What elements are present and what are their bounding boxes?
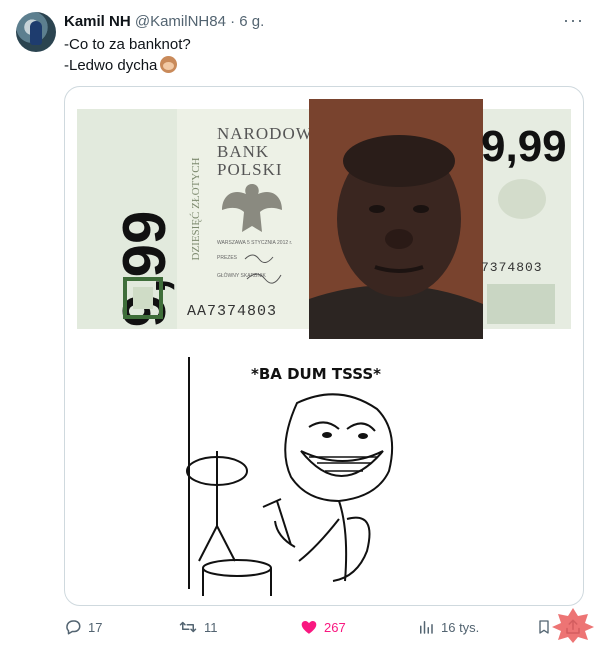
like-count: 267 bbox=[324, 619, 346, 635]
tweet-header: Kamil NH @KamilNH84 · 6 g. bbox=[64, 12, 264, 32]
banknote-amount-left: 9,99 bbox=[111, 211, 178, 328]
tweet: Kamil NH @KamilNH84 · 6 g. ··· -Co to za… bbox=[0, 0, 600, 647]
bank-name-line3: POLSKI bbox=[217, 160, 283, 179]
tweet-text-line2-text: -Ledwo dycha bbox=[64, 57, 158, 74]
banknote-image[interactable]: 9,99 DZIESIĘĆ ZŁOTYCH NARODOW BANK POLSK… bbox=[77, 99, 571, 339]
site-watermark-icon bbox=[552, 608, 594, 643]
serial-number-left: AA7374803 bbox=[187, 303, 277, 320]
tweet-text-line1: -Co to za banknot? bbox=[64, 36, 191, 53]
banknote-vertical-text: DZIESIĘĆ ZŁOTYCH bbox=[190, 157, 202, 260]
banknote-amount-right: 9,99 bbox=[481, 122, 567, 171]
separator-dot: · bbox=[230, 13, 236, 30]
tweet-text: -Co to za banknot? -Ledwo dycha bbox=[64, 34, 191, 76]
repost-button[interactable]: 11 bbox=[178, 618, 218, 636]
avatar[interactable] bbox=[16, 12, 56, 52]
more-options-icon[interactable]: ··· bbox=[563, 10, 584, 31]
author-handle[interactable]: @KamilNH84 bbox=[135, 13, 226, 30]
views-button[interactable]: 16 tys. bbox=[417, 618, 479, 636]
views-count: 16 tys. bbox=[441, 619, 480, 635]
reply-icon bbox=[66, 620, 81, 635]
media-card[interactable]: 9,99 DZIESIĘĆ ZŁOTYCH NARODOW BANK POLSK… bbox=[64, 86, 584, 606]
serial-number-right: 7374803 bbox=[481, 260, 543, 275]
heart-icon bbox=[301, 621, 317, 634]
repost-count: 11 bbox=[204, 619, 218, 635]
bar-chart-icon bbox=[420, 621, 433, 634]
troll-drum-meme-image[interactable]: *BA DUM TSSS* bbox=[77, 351, 571, 596]
tweet-time[interactable]: 6 g. bbox=[239, 13, 264, 30]
tweet-text-line2: -Ledwo dycha bbox=[64, 55, 191, 76]
face-photo bbox=[309, 99, 483, 339]
bank-name-line1: NARODOW bbox=[217, 124, 313, 143]
meme-caption: *BA DUM TSSS* bbox=[251, 365, 381, 383]
bank-name-line2: BANK bbox=[217, 142, 269, 161]
see-no-evil-monkey-icon bbox=[160, 56, 178, 73]
author-name[interactable]: Kamil NH bbox=[64, 13, 131, 30]
place-date: WARSZAWA 5 STYCZNIA 2012 r. bbox=[217, 240, 292, 246]
like-button[interactable]: 267 bbox=[300, 618, 346, 636]
action-bar: 17 11 267 16 tys. bbox=[64, 618, 584, 640]
repost-icon bbox=[179, 621, 197, 633]
reply-button[interactable]: 17 bbox=[64, 618, 102, 636]
troll-face-icon bbox=[284, 393, 394, 503]
signature-label-1: PREZES bbox=[217, 255, 238, 261]
signature-label-2: GŁÓWNY SKARBNIK bbox=[217, 272, 266, 279]
reply-count: 17 bbox=[88, 619, 103, 635]
